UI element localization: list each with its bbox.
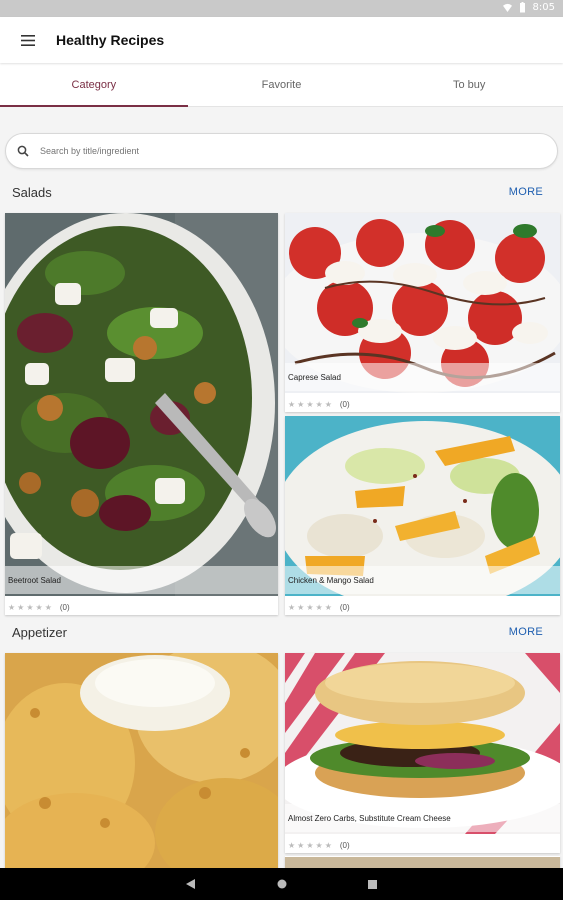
- hamburger-menu-icon: [21, 34, 35, 46]
- section-header-appetizer: Appetizer MORE: [0, 621, 563, 645]
- recipe-card-almost-zero-carbs[interactable]: Almost Zero Carbs, Substitute Cream Chee…: [285, 653, 560, 853]
- status-bar: 8:05: [0, 0, 563, 17]
- battery-icon: [519, 2, 525, 13]
- section-title: Appetizer: [12, 625, 67, 640]
- recipe-title: Chicken & Mango Salad: [285, 566, 560, 594]
- tab-category[interactable]: Category: [0, 63, 188, 107]
- more-button[interactable]: MORE: [509, 626, 543, 638]
- rating-count: (0): [339, 841, 350, 850]
- section-title: Salads: [12, 185, 52, 200]
- more-button[interactable]: MORE: [509, 186, 543, 198]
- home-button[interactable]: [274, 876, 290, 892]
- recipe-title: Almost Zero Carbs, Substitute Cream Chee…: [285, 804, 560, 832]
- back-button[interactable]: [183, 876, 199, 892]
- rating-stars: ★ ★ ★ ★ ★ (0): [288, 400, 350, 409]
- recipe-card-chicken-mango-salad[interactable]: Chicken & Mango Salad ★ ★ ★ ★ ★ (0): [285, 416, 560, 615]
- recents-button[interactable]: [365, 876, 381, 892]
- tab-favorite[interactable]: Favorite: [188, 63, 376, 106]
- rating-stars: ★ ★ ★ ★ ★ (0): [288, 603, 350, 612]
- search-bar[interactable]: [5, 133, 558, 169]
- wifi-icon: [502, 3, 512, 13]
- recipe-card-appetizer[interactable]: [5, 653, 278, 868]
- rating-count: (0): [339, 603, 350, 612]
- recipe-card-partial[interactable]: [285, 856, 560, 868]
- recipe-card-beetroot-salad[interactable]: Beetroot Salad ★ ★ ★ ★ ★ (0): [5, 213, 278, 615]
- home-icon: [277, 879, 286, 889]
- rating-stars: ★ ★ ★ ★ ★ (0): [8, 603, 70, 612]
- tab-bar: Category Favorite To buy: [0, 63, 563, 107]
- recipe-image: [285, 857, 560, 868]
- app-title: Healthy Recipes: [56, 32, 165, 48]
- rating-count: (0): [59, 603, 70, 612]
- rating-count: (0): [339, 400, 350, 409]
- system-navigation-bar: [0, 868, 563, 900]
- recipe-title: Beetroot Salad: [5, 566, 278, 594]
- recipe-image: [5, 653, 278, 868]
- back-icon: [186, 879, 195, 889]
- search-input[interactable]: [40, 146, 520, 156]
- section-header-salads: Salads MORE: [0, 181, 563, 205]
- status-time: 8:05: [532, 2, 555, 13]
- menu-button[interactable]: [0, 17, 56, 63]
- recipe-title: Caprese Salad: [285, 363, 560, 391]
- recents-icon: [368, 879, 377, 889]
- rating-stars: ★ ★ ★ ★ ★ (0): [288, 841, 350, 850]
- recipe-card-caprese-salad[interactable]: Caprese Salad ★ ★ ★ ★ ★ (0): [285, 213, 560, 412]
- tab-to-buy[interactable]: To buy: [375, 63, 563, 106]
- status-icons: 8:05: [502, 2, 555, 13]
- app-bar: Healthy Recipes: [0, 17, 563, 63]
- search-icon: [6, 145, 40, 157]
- recipe-image: [5, 213, 278, 596]
